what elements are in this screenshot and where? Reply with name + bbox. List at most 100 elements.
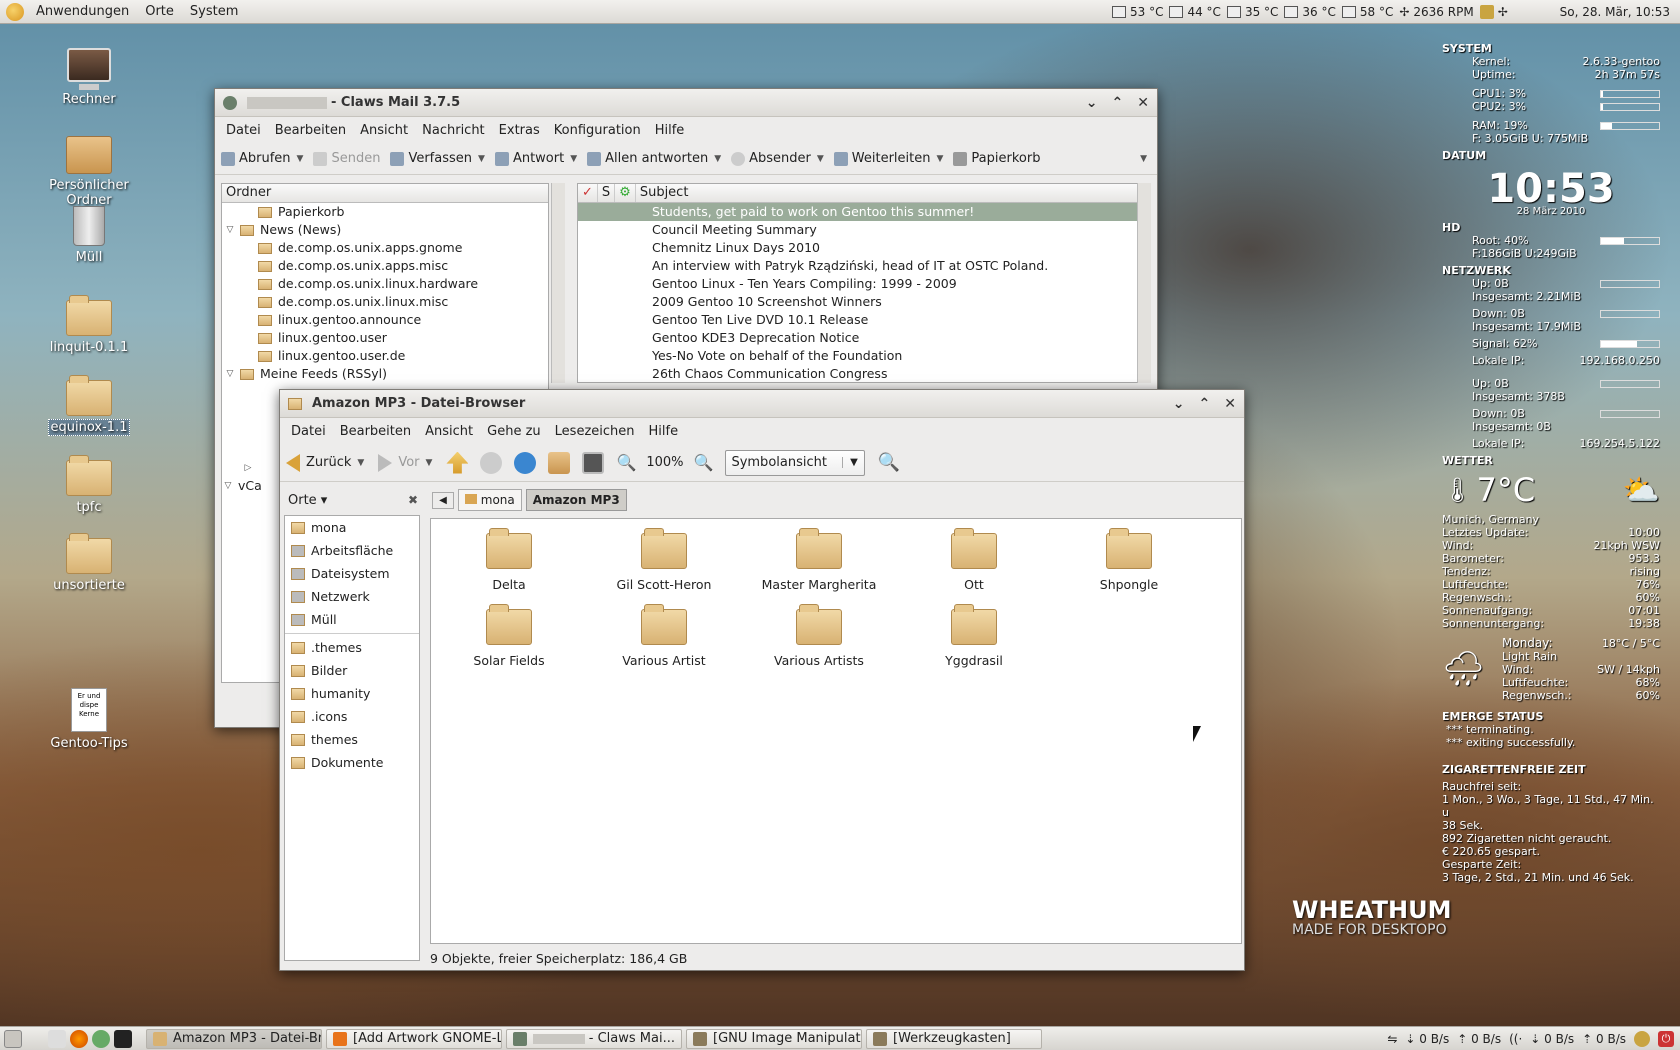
menu-message[interactable]: Nachricht bbox=[415, 123, 492, 138]
col-flag[interactable]: ⚙ bbox=[615, 184, 636, 202]
menu-configuration[interactable]: Konfiguration bbox=[547, 123, 648, 138]
expander-icon[interactable]: ▷ bbox=[242, 459, 254, 477]
expander-icon[interactable]: ▽ bbox=[224, 221, 236, 239]
place-item[interactable]: mona bbox=[285, 516, 419, 539]
folder-item[interactable]: de.comp.os.unix.apps.misc bbox=[222, 257, 548, 275]
folder-item[interactable]: linux.gentoo.user.de bbox=[222, 347, 548, 365]
wireless-icon[interactable]: ((· bbox=[1509, 1032, 1522, 1046]
dropdown-arrow-icon[interactable]: ▼ bbox=[936, 154, 943, 164]
close-sidebar-icon[interactable]: ✖ bbox=[408, 493, 418, 507]
netspeed-up[interactable]: ⇡ 0 B/s bbox=[1582, 1032, 1626, 1046]
show-desktop-icon[interactable] bbox=[4, 1029, 22, 1048]
get-mail-button[interactable]: Abrufen ▼ bbox=[221, 151, 303, 166]
folder-item[interactable]: de.comp.os.unix.linux.misc bbox=[222, 293, 548, 311]
expander-icon[interactable]: ▽ bbox=[224, 365, 236, 383]
task-firefox[interactable]: [Add Artwork GNOME-L... bbox=[326, 1028, 502, 1049]
expander-icon[interactable]: ▽ bbox=[222, 477, 234, 495]
place-item[interactable]: Arbeitsfläche bbox=[285, 539, 419, 562]
terminal-icon[interactable] bbox=[114, 1029, 132, 1048]
toolbar-overflow-icon[interactable]: ▼ bbox=[1140, 154, 1147, 164]
sensor-cpu2[interactable]: 44 °C bbox=[1169, 5, 1221, 19]
desktop-icon-linquit[interactable]: linquit-0.1.1 bbox=[34, 295, 144, 355]
netspeed-up[interactable]: ⇡ 0 B/s bbox=[1457, 1032, 1501, 1046]
task-toolbox[interactable]: [Werkzeugkasten] bbox=[866, 1028, 1042, 1049]
folder-item[interactable]: Shpongle bbox=[1059, 528, 1199, 592]
notes-icon[interactable] bbox=[1479, 5, 1494, 19]
folder-item[interactable]: Yggdrasil bbox=[904, 604, 1044, 668]
message-row[interactable]: Council Meeting Summary bbox=[578, 221, 1144, 239]
trash-button[interactable]: Papierkorb bbox=[953, 151, 1040, 166]
up-icon[interactable] bbox=[446, 451, 469, 474]
task-file-browser[interactable]: Amazon MP3 - Datei-Br... bbox=[146, 1028, 322, 1049]
folder-item[interactable]: Solar Fields bbox=[439, 604, 579, 668]
maximize-button[interactable]: ⌃ bbox=[1112, 95, 1124, 111]
reply-button[interactable]: Antwort ▼ bbox=[494, 151, 577, 166]
folder-item[interactable]: ▽ Meine Feeds (RSSyl) bbox=[222, 365, 548, 383]
back-button[interactable]: Zurück ▼ bbox=[286, 453, 364, 472]
folder-item[interactable]: de.comp.os.unix.apps.gnome bbox=[222, 239, 548, 257]
message-row[interactable]: 2009 Gentoo 10 Screenshot Winners bbox=[578, 293, 1144, 311]
close-button[interactable]: ✕ bbox=[1137, 95, 1149, 111]
desktop-icon-unsortierte[interactable]: unsortierte bbox=[34, 533, 144, 593]
message-row[interactable]: Gentoo KDE3 Deprecation Notice bbox=[578, 329, 1144, 347]
message-row[interactable]: Gentoo Linux - Ten Years Compiling: 1999… bbox=[578, 275, 1144, 293]
dropdown-arrow-icon[interactable]: ▼ bbox=[357, 458, 364, 468]
user-icon[interactable] bbox=[1634, 1030, 1650, 1047]
claws-titlebar[interactable]: - Claws Mail 3.7.5 ⌄ ⌃ ✕ bbox=[215, 89, 1157, 117]
task-gimp[interactable]: [GNU Image Manipulati... bbox=[686, 1028, 862, 1049]
place-item[interactable]: Müll bbox=[285, 608, 419, 631]
message-row[interactable]: An interview with Patryk Rządziński, hea… bbox=[578, 257, 1144, 275]
bookmark-item[interactable]: Dokumente bbox=[285, 751, 419, 774]
fan-icon[interactable]: ✢ bbox=[1498, 5, 1508, 19]
zoom-out-icon[interactable]: 🔍 bbox=[616, 453, 636, 472]
bookmark-item[interactable]: .themes bbox=[285, 636, 419, 659]
message-row[interactable]: Gentoo Ten Live DVD 10.1 Release bbox=[578, 311, 1144, 329]
sensor-fan[interactable]: ✢ 2636 RPM bbox=[1399, 5, 1473, 19]
menu-view[interactable]: Ansicht bbox=[353, 123, 415, 138]
folder-item[interactable]: Various Artists bbox=[749, 604, 889, 668]
reload-icon[interactable] bbox=[514, 451, 537, 474]
message-row[interactable]: Students, get paid to work on Gentoo thi… bbox=[578, 203, 1144, 221]
menu-help[interactable]: Hilfe bbox=[642, 424, 686, 439]
netspeed-down[interactable]: ⇣ 0 B/s bbox=[1530, 1032, 1574, 1046]
places-toggle[interactable]: Orte ▾ bbox=[288, 493, 408, 508]
dropdown-arrow-icon[interactable]: ▼ bbox=[426, 458, 433, 468]
send-button[interactable]: Senden bbox=[313, 151, 380, 166]
network-icon[interactable]: ⇋ bbox=[1387, 1032, 1397, 1046]
stop-icon[interactable] bbox=[480, 451, 503, 474]
menu-go[interactable]: Gehe zu bbox=[480, 424, 548, 439]
menu-bookmarks[interactable]: Lesezeichen bbox=[548, 424, 642, 439]
menu-file[interactable]: Datei bbox=[284, 424, 333, 439]
desktop-icon-gentoo-tips[interactable]: Er und dispe Kerne Gentoo-Tips bbox=[34, 688, 144, 751]
sensor-hdd[interactable]: 36 °C bbox=[1284, 5, 1336, 19]
message-row[interactable]: 26th Chaos Communication Congress bbox=[578, 365, 1144, 382]
dropdown-arrow-icon[interactable]: ▼ bbox=[714, 154, 721, 164]
bookmark-item[interactable]: themes bbox=[285, 728, 419, 751]
firefox-icon[interactable] bbox=[70, 1029, 88, 1048]
minimize-button[interactable]: ⌄ bbox=[1086, 95, 1098, 111]
minimize-button[interactable]: ⌄ bbox=[1173, 396, 1185, 412]
message-row[interactable]: Yes-No Vote on behalf of the Foundation bbox=[578, 347, 1144, 365]
view-mode-select[interactable]: Symbolansicht ▼ bbox=[725, 449, 866, 476]
desktop-icon-home[interactable]: Persönlicher Ordner bbox=[34, 136, 144, 208]
path-left-arrow[interactable]: ◀ bbox=[432, 491, 454, 509]
folder-scrollbar[interactable] bbox=[551, 183, 565, 383]
menu-help[interactable]: Hilfe bbox=[648, 123, 692, 138]
dropdown-arrow-icon[interactable]: ▼ bbox=[478, 154, 485, 164]
sensor-board[interactable]: 58 °C bbox=[1341, 5, 1393, 19]
search-icon[interactable]: 🔍 bbox=[877, 452, 899, 473]
folder-item[interactable]: Various Artist bbox=[594, 604, 734, 668]
compose-button[interactable]: Verfassen ▼ bbox=[390, 151, 485, 166]
menu-view[interactable]: Ansicht bbox=[418, 424, 480, 439]
col-mark[interactable]: ✓ bbox=[578, 184, 598, 202]
sensor-cpu1[interactable]: 53 °C bbox=[1112, 5, 1163, 19]
col-subject[interactable]: Subject bbox=[636, 184, 1144, 202]
computer-icon[interactable] bbox=[582, 451, 605, 474]
folder-item[interactable]: Papierkorb bbox=[222, 203, 548, 221]
desktop-icon-computer[interactable]: Rechner bbox=[34, 48, 144, 107]
menu-applications[interactable]: Anwendungen bbox=[28, 4, 137, 19]
folder-item[interactable]: Ott bbox=[904, 528, 1044, 592]
sender-button[interactable]: Absender ▼ bbox=[731, 151, 824, 166]
bookmark-item[interactable]: humanity bbox=[285, 682, 419, 705]
dropdown-arrow-icon[interactable]: ▼ bbox=[570, 154, 577, 164]
